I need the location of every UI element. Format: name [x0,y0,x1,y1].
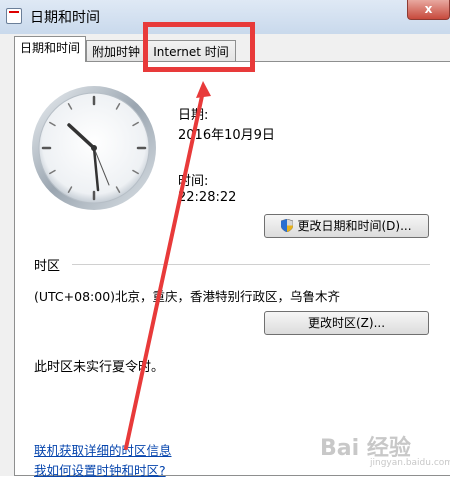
annotation-arrow [124,81,211,450]
